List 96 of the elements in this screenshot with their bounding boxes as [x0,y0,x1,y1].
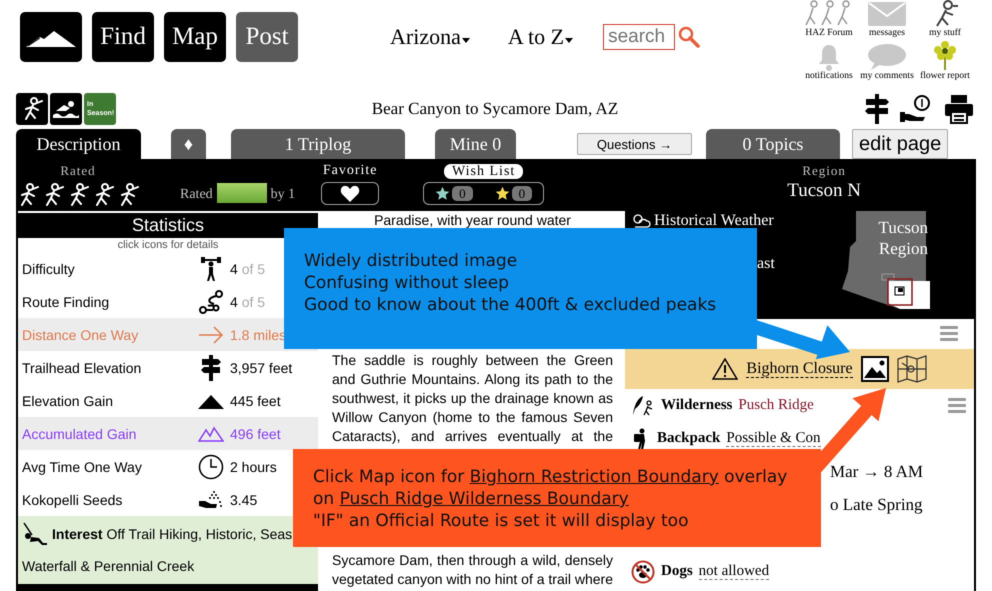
shortcut-label[interactable]: notifications [805,71,853,82]
interest-text: Interest Off Trail Hiking, Historic, Seas [52,526,292,542]
callout-text: on Pusch Ridge Wilderness Boundary [313,488,630,510]
wish-count: 0 [452,186,473,201]
dropdown-menu[interactable]: Arizona [390,12,470,62]
image-icon[interactable] [860,356,889,382]
statistics-hint: click icons for details [116,238,220,252]
stat-label: Elevation Gain [22,392,114,408]
region-value: Tucson N [787,180,861,202]
wish-count: 0 [512,186,532,201]
tab[interactable]: Description [16,129,141,159]
detail-value: Possible & Con [726,430,821,447]
dropdown-menu[interactable]: A to Z [508,12,574,62]
map-icon[interactable] [896,355,927,383]
forecast-link[interactable]: ast [757,255,840,273]
flower-icon[interactable] [933,41,957,71]
shortcut-label[interactable]: my comments [860,71,914,82]
nav-button[interactable]: Find [92,12,154,62]
callout-text: Click Map icon for Bighorn Restriction Boundary overlay [313,466,788,488]
shortcut-label[interactable]: my stuff [929,28,961,39]
hand-seeds-icon[interactable] [198,488,224,510]
stat-value: 4 of 5 [230,260,266,276]
heart-icon [340,184,360,202]
action-button[interactable]: edit page [852,129,948,159]
weather-icon[interactable] [631,212,651,230]
swimmer-badge-icon [50,93,82,125]
shortcut-label[interactable]: flower report [920,71,970,82]
mountain-icon[interactable] [198,392,224,408]
rating-label: Rated [180,187,213,203]
tab[interactable]: ♦ [171,129,206,159]
feather-hiker-icon [631,394,655,416]
stat-label: Avg Time One Way [22,458,143,474]
rated-label: Rated [60,163,96,179]
callout-text: Widely distributed image [304,250,518,272]
detail-text: Mar → 8 AM [830,462,924,482]
stat-value: 445 feet [230,392,281,408]
nav-button[interactable]: Map [164,12,226,62]
stat-value: 2 hours [230,458,277,474]
nav-button[interactable]: Post [236,12,298,62]
home-logo-button[interactable] [20,12,82,62]
rating-count: by 1 [270,187,296,203]
star-icon[interactable] [494,186,510,201]
stat-label: Kokopelli Seeds [22,492,124,508]
star-icon[interactable] [435,186,450,201]
stat-label: Distance One Way [22,326,140,342]
statistics-heading: Statistics [18,213,318,238]
page-title: Bear Canyon to Sycamore Dam, AZ [370,99,620,119]
shortcut-label[interactable]: HAZ Forum [805,28,853,39]
callout-text: Good to know about the 400ft & excluded peaks [304,294,718,316]
stat-label: Route Finding [22,294,110,310]
stat-label: Difficulty [22,260,76,276]
callout-text: Confusing without sleep [304,272,510,294]
detail-label: Dogs [661,563,693,580]
detail-text: o Late Spring [830,494,923,514]
shortcut-label[interactable]: messages [869,28,905,39]
detail-value: not allowed [698,563,770,580]
stat-value: 3.45 [230,492,258,508]
weather-link[interactable]: Historical Weather [654,212,774,228]
detail-value[interactable]: Pusch Ridge [738,397,814,414]
wish-list-label: Wish List [444,164,524,179]
callout-text: "IF" an Official Route is set it will display too [313,510,690,532]
arrow-icon[interactable] [198,326,224,344]
swing-icon [22,522,48,546]
signpost-icon[interactable] [864,94,890,124]
region-label: Region [802,163,846,179]
warning-icon [712,358,738,380]
favorite-label: Favorite [322,163,378,179]
interest-text: Waterfall & Perennial Creek [22,557,196,576]
signpost-icon[interactable] [200,354,222,380]
clock-icon[interactable] [198,454,224,480]
route-nodes-icon[interactable] [198,288,224,314]
no-dogs-icon [631,560,655,584]
hiker-badge-icon [16,93,48,125]
menu-icon[interactable] [940,326,958,342]
detail-label: Backpack [657,430,720,447]
search-icon[interactable] [678,26,700,48]
favorite-button[interactable] [321,182,380,205]
description-lead: Paradise, with year round water [373,212,572,228]
detail-label: Wilderness [661,397,732,414]
stat-value: 4 of 5 [230,294,266,310]
closure-link[interactable]: Bighorn Closure [746,360,853,378]
tab[interactable]: 1 Triplog [231,129,405,159]
stat-label: Trailhead Elevation [22,360,142,376]
printer-icon[interactable] [944,94,974,124]
description-paragraph: Sycamore Dam, then through a wild, densely vegetated canyon with no hint of a trail where [332,551,613,589]
mountains-outline-icon[interactable] [198,426,224,442]
action-button[interactable]: Questions → [577,133,692,155]
stat-value: 496 feet [230,426,281,442]
stat-label: Accumulated Gain [22,426,138,442]
search-field[interactable]: search [603,24,676,50]
weightlifter-icon[interactable] [200,256,222,282]
tab[interactable]: 0 Topics [706,129,840,159]
stat-value: 3,957 feet [230,360,292,376]
description-paragraph: The saddle is roughly between the Green and Guthrie Mountains. Along its path to the southwest, it picks up the drainage known as Willow Canyon (home to the famous Seven Cataracts), and arrives eventually at the [332,351,613,446]
tab[interactable]: Mine 0 [435,129,516,159]
menu-icon[interactable] [948,398,966,414]
